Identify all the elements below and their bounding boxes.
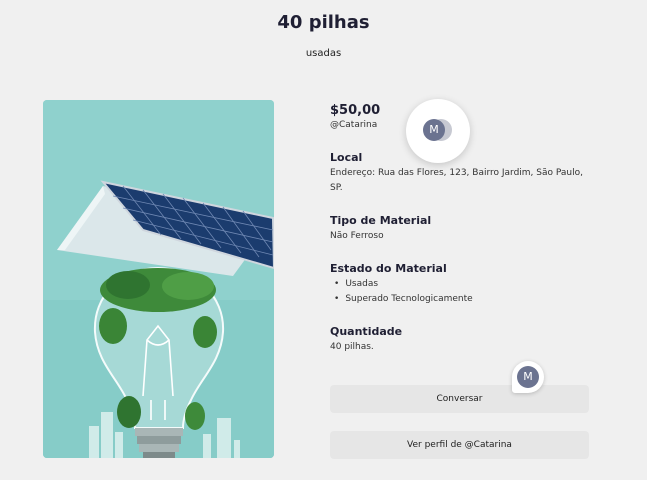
chat-bubble-icon[interactable]: M <box>512 361 544 393</box>
seller-avatar[interactable]: M <box>406 99 470 163</box>
material-state-list: Usadas Superado Tecnologicamente <box>334 277 473 307</box>
material-type-text: Não Ferroso <box>330 231 384 241</box>
quantity-heading: Quantidade <box>330 325 403 338</box>
material-type-heading: Tipo de Material <box>330 214 432 227</box>
list-item: Usadas <box>334 277 473 292</box>
local-heading: Local <box>330 151 363 164</box>
page-title: 40 pilhas <box>277 12 370 33</box>
list-item: Superado Tecnologicamente <box>334 292 472 307</box>
seller-handle[interactable]: @Catarina <box>330 120 377 130</box>
chat-button[interactable]: Conversar <box>330 385 589 413</box>
listing-page: 40 pilhas usadas $50,00 @Catarina M Loca… <box>0 0 647 480</box>
view-profile-button[interactable]: Ver perfil de @Catarina <box>330 431 589 459</box>
price: $50,00 <box>330 103 381 118</box>
material-state-heading: Estado do Material <box>330 262 447 275</box>
product-photo <box>43 100 274 458</box>
local-text: Endereço: Rua das Flores, 123, Bairro Ja… <box>330 168 583 193</box>
avatar-initial: M <box>423 119 445 141</box>
solar-panel-lightbulb-illustration <box>43 100 274 458</box>
chat-avatar-initial: M <box>517 366 539 388</box>
quantity-text: 40 pilhas. <box>330 342 374 352</box>
condition-tag: usadas <box>305 48 342 59</box>
